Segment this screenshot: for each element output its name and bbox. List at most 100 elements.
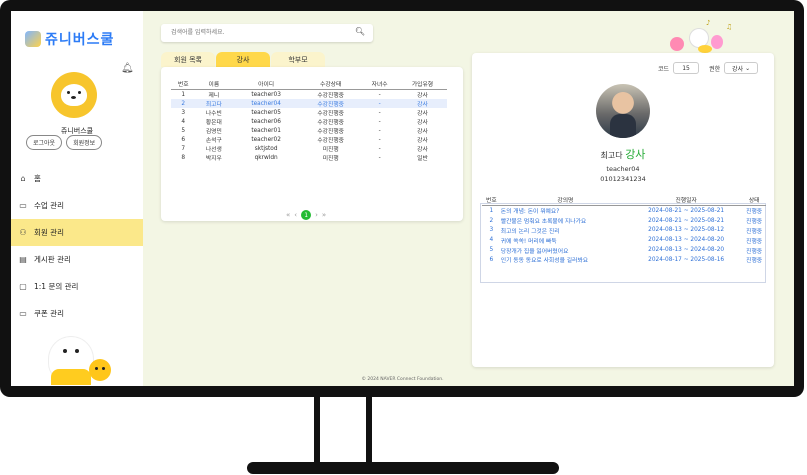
sidebar-item-coupons[interactable]: ▭ 쿠폰 관리	[11, 300, 143, 327]
current-page-button[interactable]: 1	[301, 210, 312, 220]
logout-button[interactable]: 로그아웃	[26, 135, 63, 150]
table-cell: teacher04	[232, 99, 301, 108]
course-row[interactable]: 1 돈의 개념: 돈이 뭐예요? 2024-08-21 ~ 2025-08-21 진행…	[482, 206, 766, 216]
role-select[interactable]: 강사 ⌄	[724, 62, 759, 74]
table-row[interactable]: 8 박지우 qkrwldn 미진행 - 일반	[171, 153, 447, 163]
course-cell: 5	[489, 247, 494, 254]
table-row[interactable]: 7 나선생 sktjstod 미진행 - 강사	[171, 144, 447, 154]
course-cell: 2024-08-17 ~ 2025-08-16	[648, 256, 725, 263]
course-cell[interactable]: 당장개가 집을 잃어버렸어요	[501, 245, 630, 255]
table-cell: 나선생	[205, 147, 222, 153]
table-cell: 수강진행중	[317, 93, 345, 99]
sidebar-item-members[interactable]: ⚇ 회원 관리	[11, 219, 143, 246]
sidebar-item-label: 홈	[34, 174, 41, 183]
course-cell[interactable]: 귀에 쏙쏙! 머리에 빠둑	[501, 235, 630, 245]
table-cell: 김영민	[205, 129, 222, 135]
coupon-icon: ▭	[19, 309, 27, 318]
course-row[interactable]: 3 최고의 논리 그것은 진리 2024-08-13 ~ 2025-08-12 진행중	[482, 226, 766, 236]
course-cell: 6	[489, 256, 494, 263]
course-row[interactable]: 6 인기 동동 동요로 사회성을 길러봐요 2024-08-17 ~ 2025-08…	[482, 255, 766, 265]
code-input[interactable]: 15	[673, 62, 700, 74]
sidebar-item-label: 게시판 관리	[34, 255, 71, 264]
detail-phone: 01012341234	[600, 175, 646, 183]
prev-page-button[interactable]: ‹	[294, 211, 297, 219]
tab-teachers[interactable]: 강사	[216, 52, 270, 67]
table-cell: 박지우	[205, 156, 222, 162]
table-cell: -	[378, 145, 381, 152]
table-cell: 수강진행중	[300, 99, 362, 108]
course-cell[interactable]: 인기 동동 동요로 사회성을 길러봐요	[501, 255, 630, 265]
sidebar-item-label: 회원 관리	[34, 228, 64, 237]
table-row[interactable]: 1 제니 teacher03 수강진행중 - 강사	[171, 90, 447, 100]
member-detail-panel: 코드 15 권한 강사 ⌄ 최고다 강사 teacher04 010123412…	[472, 53, 774, 367]
table-cell: 일반	[417, 156, 428, 162]
table-cell: 5	[181, 127, 186, 134]
sidebar-item-label: 1:1 문의 관리	[34, 282, 79, 291]
search-bar: 🔍︎	[161, 24, 373, 42]
footer-copyright: © 2024 NAVER Connect Foundation.	[361, 377, 444, 382]
course-cell[interactable]: 빨간불은 멈춰요 초록불에 지나가요	[501, 216, 630, 226]
first-page-button[interactable]: «	[286, 211, 290, 219]
course-row[interactable]: 4 귀에 쏙쏙! 머리에 빠둑 2024-08-13 ~ 2024-08-20 진행중	[482, 235, 766, 245]
table-cell: 강사	[417, 93, 428, 99]
table-cell: 수강진행중	[317, 120, 345, 126]
course-cell[interactable]: 최고의 논리 그것은 진리	[501, 226, 630, 236]
code-label: 코드	[658, 65, 670, 73]
tab-parents[interactable]: 학부모	[271, 52, 325, 67]
sidebar-item-inquiry[interactable]: ▢ 1:1 문의 관리	[11, 273, 143, 300]
course-cell: 3	[489, 227, 494, 234]
course-cell: 4	[489, 237, 494, 244]
course-cell[interactable]: 돈의 개념: 돈이 뭐예요?	[501, 206, 630, 216]
table-row[interactable]: 4 황은대 teacher06 수강진행중 - 강사	[171, 117, 447, 127]
table-row[interactable]: 3 나수빈 teacher05 수강진행중 - 강사	[171, 108, 447, 118]
role-select-value: 강사	[732, 65, 744, 73]
table-cell: 미진행	[322, 147, 339, 153]
last-page-button[interactable]: »	[322, 211, 326, 219]
chat-icon: ▢	[19, 282, 27, 291]
app-logo[interactable]: 쥬니버스쿨	[25, 29, 114, 49]
course-cell: 2	[489, 217, 494, 224]
course-cell: 진행중	[746, 209, 763, 216]
search-input[interactable]	[169, 28, 353, 37]
table-cell: -	[378, 154, 381, 161]
table-cell: 나수빈	[205, 111, 222, 117]
table-cell: teacher01	[251, 127, 281, 134]
home-icon: ⌂	[20, 174, 26, 183]
sidebar-item-board[interactable]: ▤ 게시판 관리	[11, 246, 143, 273]
table-row[interactable]: 5 김영민 teacher01 수강진행중 - 강사	[171, 126, 447, 136]
table-cell: 수강진행중	[317, 138, 345, 144]
monitor-frame: 쥬니버스쿨 🔔︎ 쥬니버스쿨 로그아웃 회원정보 ⌂ 홈 ▭ 수업 관리 ⚇ 회…	[0, 0, 804, 397]
course-cell: 2024-08-13 ~ 2024-08-20	[648, 237, 725, 244]
table-cell: teacher02	[251, 136, 281, 143]
member-tabs: 회원 목록 강사 학부모	[161, 52, 326, 67]
table-cell: -	[378, 109, 381, 116]
table-cell: 1	[181, 91, 186, 98]
profile-photo	[596, 84, 650, 138]
table-row[interactable]: 2 최고다 teacher04 수강진행중 - 강사	[171, 99, 447, 108]
course-cell: 2024-08-13 ~ 2024-08-20	[648, 247, 725, 254]
table-cell: 강사	[417, 129, 428, 135]
table-cell: 강사	[417, 120, 428, 126]
detail-user-id: teacher04	[606, 165, 640, 173]
detail-name: 최고다	[600, 151, 623, 160]
table-row[interactable]: 6 손석구 teacher02 수강진행중 - 강사	[171, 135, 447, 145]
course-row[interactable]: 2 빨간불은 멈춰요 초록불에 지나가요 2024-08-21 ~ 2025-08-…	[482, 216, 766, 226]
sidebar-item-home[interactable]: ⌂ 홈	[11, 165, 143, 192]
table-cell: 6	[181, 136, 186, 143]
course-row[interactable]: 5 당장개가 집을 잃어버렸어요 2024-08-13 ~ 2024-08-20 진행…	[482, 245, 766, 255]
logo-badge-icon	[25, 31, 41, 47]
profile-button[interactable]: 회원정보	[66, 135, 103, 150]
tab-all-members[interactable]: 회원 목록	[161, 52, 215, 67]
bell-icon[interactable]: 🔔︎	[121, 63, 134, 74]
search-icon[interactable]: 🔍︎	[355, 27, 365, 36]
sidebar-item-label: 수업 관리	[34, 201, 64, 210]
member-header-cell: 아이디	[232, 78, 301, 90]
table-cell: teacher06	[251, 118, 281, 125]
sidebar-item-classes[interactable]: ▭ 수업 관리	[11, 192, 143, 219]
logo-text: 쥬니버스쿨	[45, 32, 115, 48]
table-cell: 미진행	[322, 156, 339, 162]
member-header-cell: 가입유형	[397, 78, 447, 90]
table-cell: 강사	[417, 138, 428, 144]
next-page-button[interactable]: ›	[315, 211, 318, 219]
course-cell: 진행중	[746, 258, 763, 265]
